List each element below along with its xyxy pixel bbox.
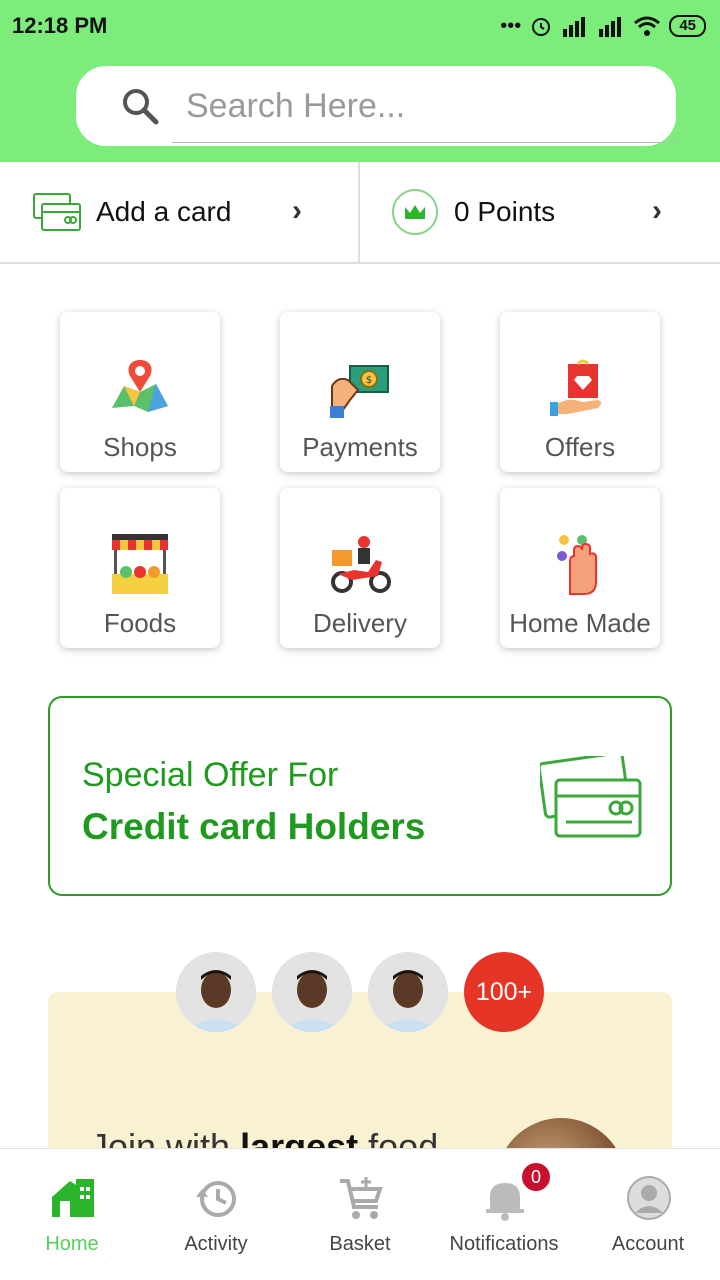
chevron-right-icon: › [292, 194, 302, 227]
notification-count-badge: 0 [520, 1161, 552, 1193]
avatar [272, 952, 352, 1032]
tile-shops[interactable]: Shops [60, 312, 220, 472]
credit-card-icon [540, 756, 642, 838]
nav-account[interactable]: Account [576, 1149, 720, 1280]
quick-actions-strip: Add a card › 0 Points › [0, 162, 720, 264]
chevron-right-icon: › [652, 194, 662, 227]
home-icon [52, 1179, 94, 1217]
wifi-icon [634, 16, 661, 36]
tile-label: Payments [302, 432, 418, 462]
cash-hand-icon: $ [330, 365, 389, 418]
search-input[interactable] [186, 86, 616, 126]
tile-delivery[interactable]: Delivery [280, 488, 440, 648]
gift-icon [550, 359, 601, 416]
nav-notifications[interactable]: 0 Notifications [432, 1149, 576, 1280]
points-button[interactable]: 0 Points › [360, 162, 720, 262]
nav-label: Account [611, 1233, 685, 1255]
member-count-badge: 100+ [464, 952, 544, 1032]
status-bar: 12:18 PM ••• 45 [0, 0, 720, 52]
tile-label: Home Made [509, 608, 651, 638]
crown-badge [392, 189, 438, 235]
tile-foods[interactable]: Foods [60, 488, 220, 648]
tile-home-made[interactable]: Home Made [500, 488, 660, 648]
tile-label: Delivery [313, 608, 407, 638]
add-card-label: Add a card [96, 196, 232, 227]
tile-offers[interactable]: Offers [500, 312, 660, 472]
status-time: 12:18 PM [12, 13, 108, 38]
points-label: 0 Points [454, 196, 556, 227]
offer-line1: Special Offer For [82, 756, 339, 794]
nav-label: Notifications [449, 1233, 559, 1255]
history-icon [196, 1181, 236, 1217]
add-card-button[interactable]: Add a card › [0, 162, 360, 262]
more-dots-icon: ••• [500, 14, 522, 37]
account-icon [627, 1176, 671, 1220]
avatar [368, 952, 448, 1032]
nav-label: Activity [184, 1233, 248, 1255]
alarm-icon [532, 18, 551, 36]
nav-label: Basket [329, 1233, 391, 1255]
signal-icon-2 [599, 17, 622, 37]
map-pin-icon [112, 360, 168, 412]
search-icon [123, 89, 159, 125]
tile-payments[interactable]: $ Payments [280, 312, 440, 472]
tile-label: Foods [103, 608, 177, 638]
avatar [176, 952, 256, 1032]
search-bar[interactable] [76, 66, 678, 146]
nav-home[interactable]: Home [0, 1149, 144, 1280]
cart-add-icon [340, 1177, 383, 1219]
bottom-nav: Home Activity Basket 0 Notifications Acc… [0, 1148, 720, 1280]
nav-basket[interactable]: Basket [288, 1149, 432, 1280]
crown-icon [405, 205, 425, 219]
battery-indicator: 45 [669, 15, 706, 37]
status-icons: ••• 45 [500, 14, 706, 38]
app-header: 12:18 PM ••• 45 [0, 0, 720, 162]
signal-icon [563, 17, 586, 37]
hand-icon [557, 535, 597, 595]
svg-text:$: $ [366, 375, 372, 386]
special-offer-banner[interactable]: Special Offer For Credit card Holders [48, 696, 672, 896]
credit-card-icon [33, 193, 81, 231]
scooter-icon [331, 536, 391, 593]
nav-label: Home [45, 1233, 99, 1255]
nav-activity[interactable]: Activity [144, 1149, 288, 1280]
tile-label: Offers [544, 432, 616, 462]
search-underline [172, 142, 678, 143]
tile-label: Shops [103, 432, 177, 462]
market-stall-icon [112, 534, 168, 594]
offer-line2: Credit card Holders [82, 806, 426, 847]
